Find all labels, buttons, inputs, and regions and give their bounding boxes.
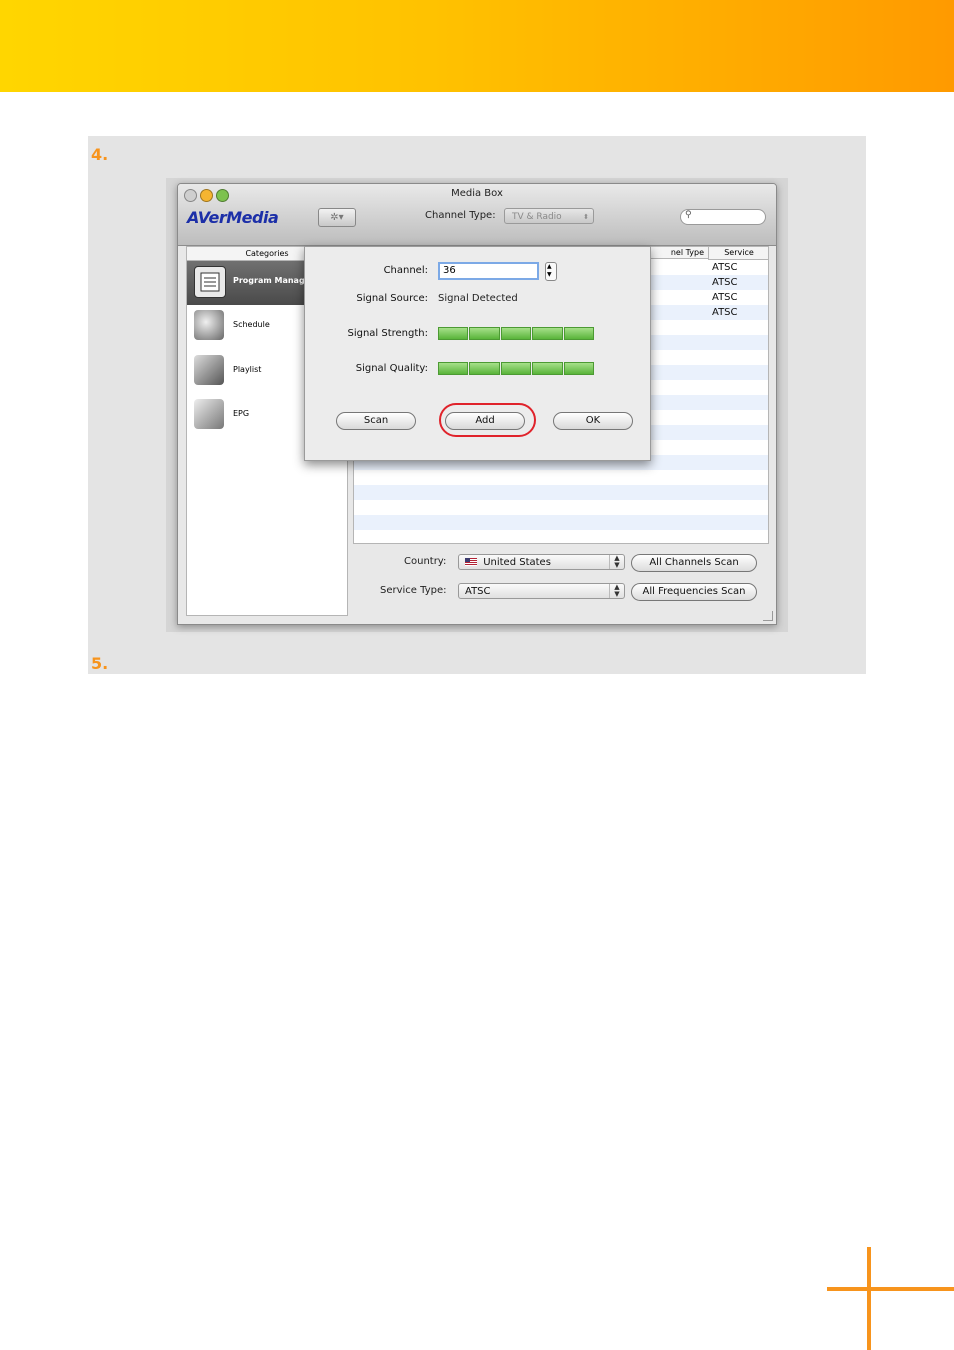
meter-segment	[532, 327, 563, 340]
signal-quality-meter	[438, 362, 595, 375]
service-cell: ATSC	[712, 292, 738, 303]
updown-arrows-icon: ▲ ▼	[609, 555, 624, 569]
service-cell: ATSC	[712, 307, 738, 318]
sidebar-item-label: Program Manage	[233, 276, 311, 285]
signal-source-value: Signal Detected	[438, 293, 518, 304]
meter-segment	[563, 327, 595, 340]
meter-segment	[563, 362, 595, 375]
channel-type-select[interactable]: TV & Radio ⬍	[504, 208, 594, 224]
add-channel-dialog: Channel: 36 ▲ ▼ Signal Source: Signal Det…	[304, 246, 651, 461]
search-input[interactable]: ⚲	[680, 209, 766, 225]
schedule-icon	[194, 310, 224, 340]
sidebar-item-label: Schedule	[233, 320, 270, 329]
channel-type-label: Channel Type:	[425, 210, 496, 221]
corner-crosshair-horizontal	[827, 1287, 954, 1291]
updown-arrows-icon: ▲ ▼	[609, 584, 624, 598]
program-manager-icon	[194, 266, 226, 298]
us-flag-icon	[465, 558, 477, 566]
corner-crosshair-vertical	[867, 1247, 871, 1350]
step-number-4: 4.	[91, 145, 109, 164]
meter-segment	[469, 327, 500, 340]
table-row-empty	[354, 485, 768, 500]
meter-segment	[438, 327, 469, 340]
signal-strength-label: Signal Strength:	[347, 328, 428, 339]
media-box-window: Media Box AVerMedia ✲▾ Channel Type: TV …	[177, 183, 777, 625]
window-title: Media Box	[451, 188, 503, 199]
stepper-arrows-icon: ▲ ▼	[547, 263, 552, 278]
resize-grip[interactable]	[763, 611, 773, 621]
meter-segment	[469, 362, 500, 375]
service-cell: ATSC	[712, 277, 738, 288]
gear-menu-button[interactable]: ✲▾	[318, 208, 356, 227]
signal-strength-meter	[438, 327, 595, 340]
table-row-empty	[354, 470, 768, 485]
header-banner	[0, 0, 954, 92]
meter-segment	[532, 362, 563, 375]
channel-type-value: TV & Radio	[512, 212, 562, 222]
scan-button[interactable]: Scan	[336, 412, 416, 430]
channel-stepper[interactable]: ▲ ▼	[545, 262, 557, 281]
gear-icon: ✲▾	[330, 212, 344, 223]
service-type-value: ATSC	[465, 586, 491, 597]
column-header-service: Service	[708, 247, 768, 260]
search-icon: ⚲	[685, 210, 692, 220]
all-channels-scan-button[interactable]: All Channels Scan	[631, 554, 757, 572]
channel-input[interactable]: 36	[438, 262, 539, 280]
country-select[interactable]: United States ▲ ▼	[458, 554, 625, 570]
step-number-5: 5.	[91, 654, 109, 673]
playlist-icon	[194, 355, 224, 385]
sidebar-item-label: Playlist	[233, 365, 262, 374]
meter-segment	[438, 362, 469, 375]
updown-arrows-icon: ⬍	[583, 213, 589, 221]
avermedia-logo: AVerMedia	[187, 208, 279, 227]
signal-source-label: Signal Source:	[356, 293, 428, 304]
service-type-select[interactable]: ATSC ▲ ▼	[458, 583, 625, 599]
table-row-empty	[354, 500, 768, 515]
sidebar-item-label: EPG	[233, 409, 250, 418]
epg-icon	[194, 399, 224, 429]
country-value: United States	[483, 557, 551, 568]
service-type-label: Service Type:	[380, 585, 447, 596]
ok-button[interactable]: OK	[553, 412, 633, 430]
meter-segment	[500, 327, 532, 340]
signal-quality-label: Signal Quality:	[355, 363, 428, 374]
service-cell: ATSC	[712, 262, 738, 273]
all-frequencies-scan-button[interactable]: All Frequencies Scan	[631, 583, 757, 601]
meter-segment	[500, 362, 532, 375]
window-toolbar: Media Box AVerMedia ✲▾ Channel Type: TV …	[178, 184, 776, 246]
table-row-empty	[354, 515, 768, 530]
country-label: Country:	[404, 556, 447, 567]
add-button[interactable]: Add	[445, 412, 525, 430]
channel-label: Channel:	[383, 265, 428, 276]
